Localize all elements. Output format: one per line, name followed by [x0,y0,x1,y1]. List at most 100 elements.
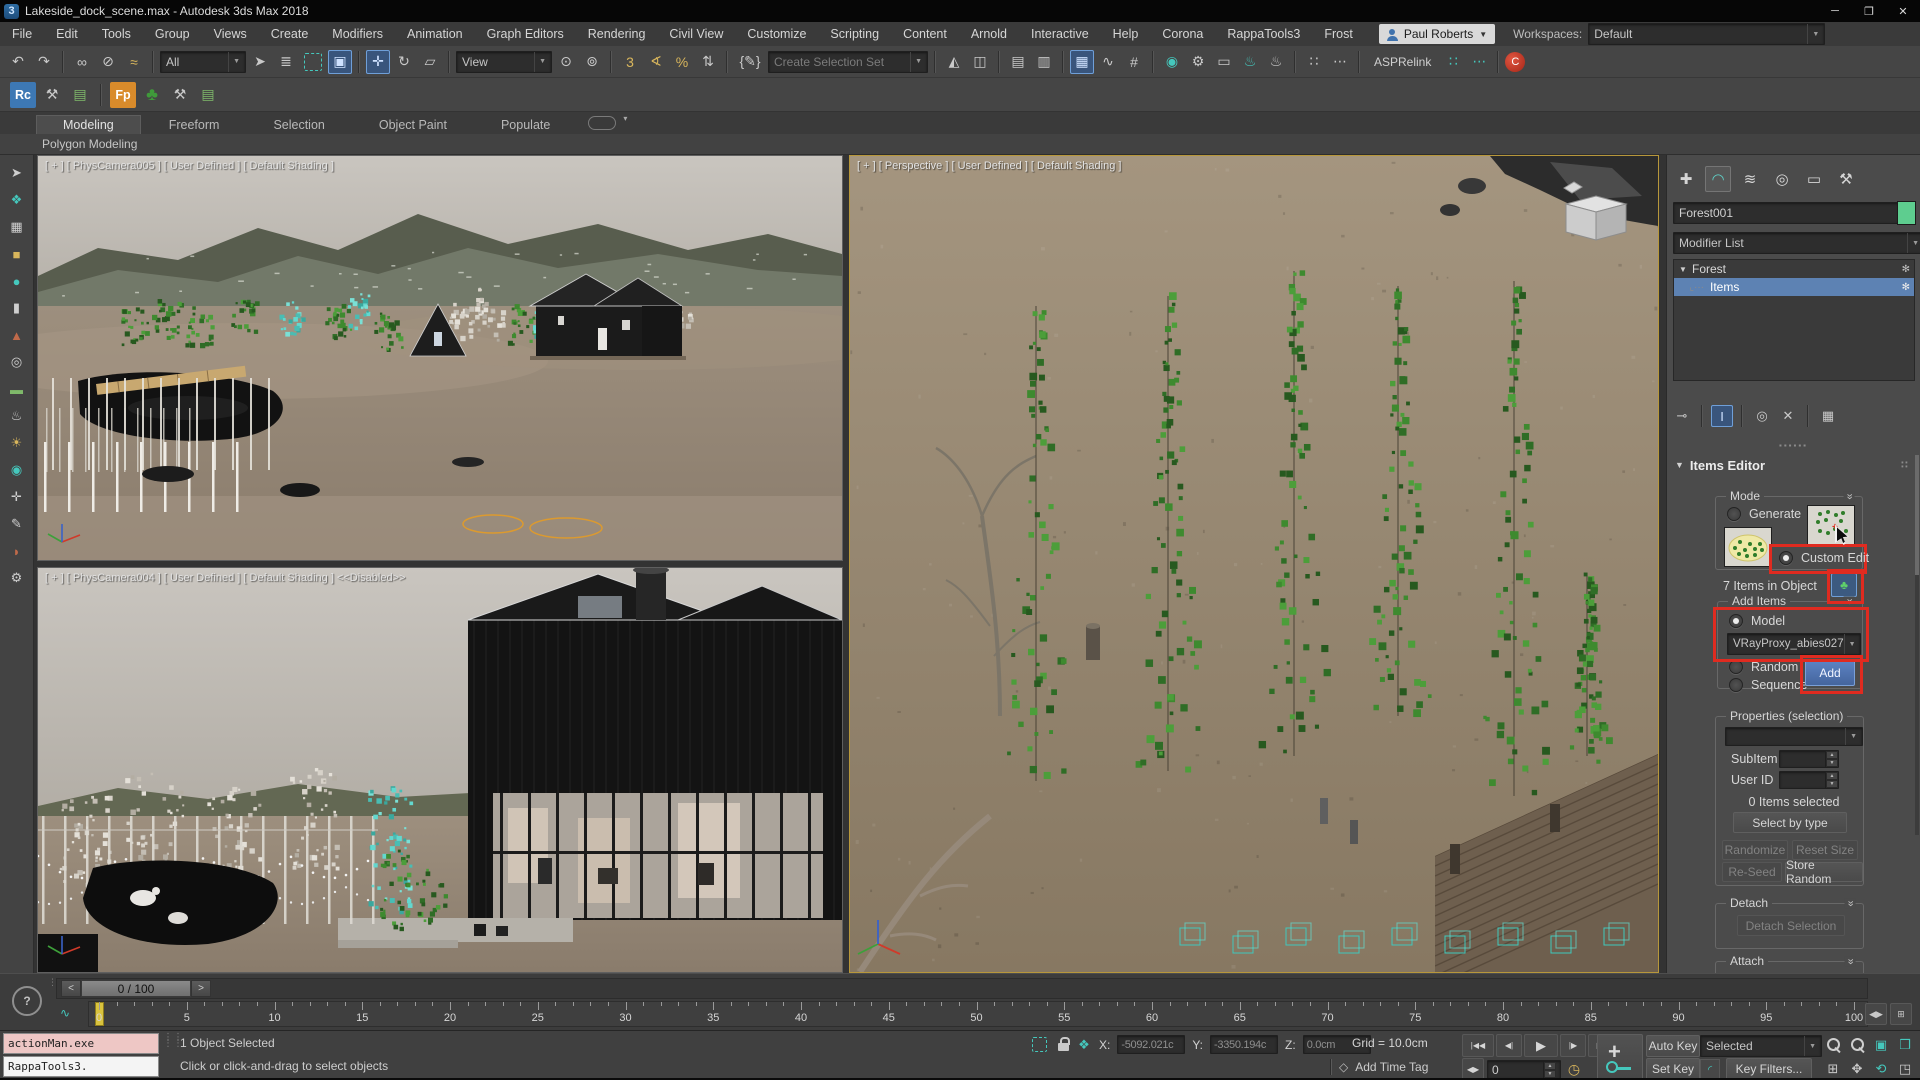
y-coordinate-field[interactable]: -3350.194c [1210,1035,1278,1054]
spacing-tool-icon[interactable]: ∷ [1441,50,1465,74]
pin-stack-icon[interactable]: ⊸ [1671,405,1693,427]
auto-key-button[interactable]: Auto Key [1646,1035,1700,1057]
zoom-extents-all-icon[interactable]: ❒ [1894,1034,1916,1055]
menu-file[interactable]: File [0,22,44,46]
stack-row-items[interactable]: ⌞··· Items ✻ [1674,278,1914,296]
orbit-icon[interactable]: ⟲ [1870,1058,1892,1079]
render-production-icon[interactable]: ♨ [1238,50,1262,74]
modify-tab-icon[interactable]: ◠ [1705,166,1731,192]
use-pivot-point-icon[interactable]: ⊙ [554,50,578,74]
schematic-view-icon[interactable]: # [1122,50,1146,74]
absolute-mode-icon[interactable]: ❖ [1076,1037,1092,1053]
object-name-field[interactable]: Forest001 [1673,202,1903,224]
box-primitive-icon[interactable]: ■ [5,242,29,266]
select-object-icon[interactable]: ➤ [248,50,272,74]
listener-script-line[interactable]: RappaTools3. [3,1056,159,1077]
paint-tool-icon[interactable]: ✎ [5,512,29,536]
named-selection-set-dropdown[interactable]: Create Selection Set ▼ [768,51,928,73]
dots-tool-icon[interactable]: ⋯ [1328,50,1352,74]
menu-rendering[interactable]: Rendering [576,22,658,46]
cone-primitive-icon[interactable]: ▲ [5,323,29,347]
panel-splitter[interactable]: ▪▪▪▪▪▪ [1667,441,1920,450]
viewport-label[interactable]: [ + ] [ PhysCamera005 ] [ User Defined ]… [45,160,334,172]
menu-tools[interactable]: Tools [90,22,143,46]
select-tool-icon[interactable]: ➤ [5,161,29,185]
tab-selection[interactable]: Selection [247,116,350,134]
maximize-viewport-toggle-icon[interactable]: ◳ [1894,1058,1916,1079]
subitem-field[interactable]: ▲▼ [1779,750,1839,768]
toggle-ribbon-icon[interactable]: ▦ [1070,50,1094,74]
maximize-button[interactable]: ❐ [1852,0,1886,22]
tab-modeling[interactable]: Modeling [36,115,141,134]
rectangular-selection-region-icon[interactable] [304,53,322,71]
workspace-dropdown[interactable]: Default ▼ [1588,23,1825,45]
user-id-spinner[interactable]: ▲▼ [1825,772,1838,788]
home-icon[interactable] [1564,182,1582,193]
model-radio[interactable] [1729,614,1743,628]
curve-toggle-icon[interactable]: ∿ [60,1006,70,1020]
menu-frost[interactable]: Frost [1312,22,1364,46]
menu-views[interactable]: Views [202,22,259,46]
pick-tree-button[interactable]: ♣ [1831,573,1857,597]
tab-populate[interactable]: Populate [475,116,576,134]
zoom-extents-icon[interactable]: ▣ [1870,1034,1892,1055]
menu-modifiers[interactable]: Modifiers [320,22,395,46]
next-frame-arrow[interactable]: > [191,980,211,997]
sphere-primitive-icon[interactable]: ● [5,269,29,293]
pan-view-icon[interactable]: ✥ [1846,1058,1868,1079]
add-time-tag-label[interactable]: Add Time Tag [1355,1060,1428,1074]
forest-tools-icon[interactable]: ⚒ [168,83,192,107]
viewport-label[interactable]: [ + ] [ PhysCamera004 ] [ User Defined ]… [45,572,405,584]
menu-help[interactable]: Help [1101,22,1151,46]
collapse-chevron-icon[interactable]: » [1843,596,1854,606]
render-iterative-icon[interactable]: ♨ [1264,50,1288,74]
key-filters-button[interactable]: Key Filters... [1726,1058,1812,1080]
material-editor-icon[interactable]: ◉ [1160,50,1184,74]
select-by-name-icon[interactable]: ≣ [274,50,298,74]
user-account-menu[interactable]: Paul Roberts ▼ [1379,24,1495,44]
menu-arnold[interactable]: Arnold [959,22,1019,46]
listener-macro-line[interactable]: actionMan.exe [3,1033,159,1054]
torus-primitive-icon[interactable]: ◎ [5,350,29,374]
time-slider-track[interactable]: < 0 / 100 > [56,978,1868,999]
mirror-icon[interactable]: ◭ [942,50,966,74]
select-and-rotate-icon[interactable]: ↻ [392,50,416,74]
track-bar-ruler[interactable]: 0510152025303540455055606570758085909510… [88,1001,1868,1027]
menu-edit[interactable]: Edit [44,22,90,46]
items-editor-rollout-header[interactable]: ▼ Items Editor ∷ [1675,455,1909,475]
play-animation-icon[interactable]: ▶ [1524,1034,1558,1057]
select-and-scale-icon[interactable]: ▱ [418,50,442,74]
modifier-list-dropdown[interactable]: Modifier List ▼ [1673,232,1920,254]
menu-civil-view[interactable]: Civil View [657,22,735,46]
time-slider-handle[interactable]: < 0 / 100 > [61,980,211,997]
collapse-chevron-icon[interactable]: » [1844,898,1855,908]
plane-primitive-icon[interactable]: ▬ [5,377,29,401]
forest-lister-icon[interactable]: ▤ [196,83,220,107]
generate-radio[interactable] [1727,507,1741,521]
custom-edit-mode-option[interactable]: Custom Edit [1779,551,1869,565]
generate-mode-option[interactable]: Generate [1727,507,1801,521]
rendered-frame-window-icon[interactable]: ▭ [1212,50,1236,74]
reset-size-button[interactable]: Reset Size [1792,840,1858,860]
ribbon-minimize-toggle[interactable] [588,116,616,130]
subitem-spinner[interactable]: ▲▼ [1825,751,1838,767]
corona-renderer-icon[interactable]: C [1505,52,1525,72]
tab-freeform[interactable]: Freeform [143,116,246,134]
modifier-socket-icon[interactable]: ✻ [1902,264,1910,275]
named-selection-sets-icon[interactable]: {✎} [734,50,766,74]
select-and-move-icon[interactable]: ✛ [366,50,390,74]
viewport-canvas-cam2[interactable] [38,568,842,972]
menu-create[interactable]: Create [259,22,321,46]
current-frame-field[interactable]: 0 ▲▼ [1487,1060,1561,1079]
key-step-toggle-icon[interactable]: ◀▶ [1462,1058,1484,1080]
viewport-perspective[interactable]: [ + ] [ Perspective ] [ User Defined ] [… [849,155,1659,973]
helper-tool-icon[interactable]: ✛ [5,485,29,509]
menu-customize[interactable]: Customize [735,22,818,46]
user-id-field[interactable]: ▲▼ [1779,771,1839,789]
curve-editor-icon[interactable]: ∿ [1096,50,1120,74]
menu-animation[interactable]: Animation [395,22,475,46]
trackbar-mode-icon[interactable]: ⊞ [1890,1003,1912,1025]
camera-tool-icon[interactable]: ◉ [5,458,29,482]
model-option[interactable]: Model [1729,614,1785,628]
use-selection-center-icon[interactable]: ⊚ [580,50,604,74]
